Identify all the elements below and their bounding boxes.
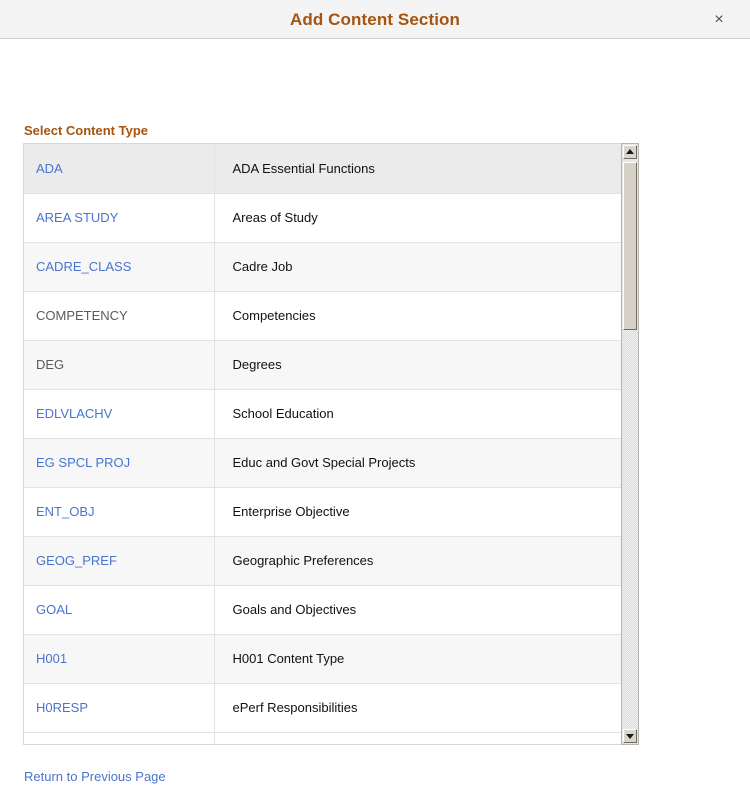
table-row: AREA STUDY Areas of Study: [24, 193, 639, 243]
content-type-code-link[interactable]: EDLVLACHV: [36, 406, 112, 421]
table-row: H0RESP ePerf Responsibilities: [24, 683, 639, 733]
table-row: COMPETENCY Competencies: [24, 291, 639, 341]
content-type-code-link[interactable]: ADA: [36, 161, 63, 176]
content-type-code-cell: GEOG_PREF: [24, 536, 215, 586]
content-type-code-link[interactable]: GOAL: [36, 602, 72, 617]
content-type-code-cell: CADRE_CLASS: [24, 242, 215, 292]
content-type-code-link[interactable]: H0RESP: [36, 700, 88, 715]
content-type-code-cell: ADA: [24, 144, 215, 194]
content-type-description-cell: [214, 732, 639, 744]
content-type-code-cell: GOAL: [24, 585, 215, 635]
close-icon[interactable]: ×: [702, 0, 736, 39]
content-type-code-cell: [24, 732, 215, 744]
content-type-description-cell: H001 Content Type: [214, 634, 639, 684]
content-type-code-link[interactable]: CADRE_CLASS: [36, 259, 131, 274]
modal-header: Add Content Section ×: [0, 0, 750, 39]
table-row: DEG Degrees: [24, 340, 639, 390]
content-type-description-cell: Cadre Job: [214, 242, 639, 292]
content-type-code-text: DEG: [36, 357, 65, 372]
content-type-description-cell: Degrees: [214, 340, 639, 390]
scroll-down-button[interactable]: [623, 729, 637, 743]
content-type-code-text: COMPETENCY: [36, 308, 128, 323]
content-type-code-link[interactable]: EG SPCL PROJ: [36, 455, 130, 470]
table-row: GEOG_PREF Geographic Preferences: [24, 536, 639, 586]
select-content-type-label: Select Content Type: [24, 123, 149, 138]
content-type-code-link[interactable]: GEOG_PREF: [36, 553, 117, 568]
table-row: H001 H001 Content Type: [24, 634, 639, 684]
content-type-description-cell: School Education: [214, 389, 639, 439]
table-row: GOAL Goals and Objectives: [24, 585, 639, 635]
modal-body: Select Content Type ADA ADA Essential Fun…: [0, 40, 750, 792]
content-type-description-cell: Educ and Govt Special Projects: [214, 438, 639, 488]
table-row: EG SPCL PROJ Educ and Govt Special Projec…: [24, 438, 639, 488]
content-type-description-cell: ADA Essential Functions: [214, 144, 639, 194]
content-type-description-cell: ePerf Responsibilities: [214, 683, 639, 733]
table-row: ADA ADA Essential Functions: [24, 144, 639, 194]
content-type-code-cell: H0RESP: [24, 683, 215, 733]
content-type-grid: ADA ADA Essential Functions AREA STUDY Area…: [23, 143, 639, 745]
table-row-partial: [24, 732, 639, 744]
table-row: ENT_OBJ Enterprise Objective: [24, 487, 639, 537]
page-title: Add Content Section: [290, 10, 460, 29]
content-type-description-cell: Areas of Study: [214, 193, 639, 243]
table-row: CADRE_CLASS Cadre Job: [24, 242, 639, 292]
content-type-code-cell: DEG: [24, 340, 215, 390]
content-type-code-cell: EDLVLACHV: [24, 389, 215, 439]
content-type-description-cell: Goals and Objectives: [214, 585, 639, 635]
return-to-previous-page-link[interactable]: Return to Previous Page: [24, 769, 166, 784]
scroll-down-arrow-icon: [626, 734, 634, 739]
content-type-code-cell: H001: [24, 634, 215, 684]
scroll-up-button[interactable]: [623, 145, 637, 159]
content-type-code-link[interactable]: AREA STUDY: [36, 210, 118, 225]
content-type-description-cell: Competencies: [214, 291, 639, 341]
content-type-code-cell: EG SPCL PROJ: [24, 438, 215, 488]
grid-scrollbar[interactable]: [621, 143, 639, 745]
content-type-table: ADA ADA Essential Functions AREA STUDY Area…: [24, 144, 639, 744]
content-type-code-cell: AREA STUDY: [24, 193, 215, 243]
content-type-code-cell: ENT_OBJ: [24, 487, 215, 537]
content-type-description-cell: Geographic Preferences: [214, 536, 639, 586]
table-row: EDLVLACHV School Education: [24, 389, 639, 439]
content-type-code-cell: COMPETENCY: [24, 291, 215, 341]
scrollbar-thumb[interactable]: [623, 162, 637, 330]
content-type-code-link[interactable]: H001: [36, 651, 67, 666]
content-type-description-cell: Enterprise Objective: [214, 487, 639, 537]
scroll-up-arrow-icon: [626, 149, 634, 154]
content-type-code-link[interactable]: ENT_OBJ: [36, 504, 95, 519]
